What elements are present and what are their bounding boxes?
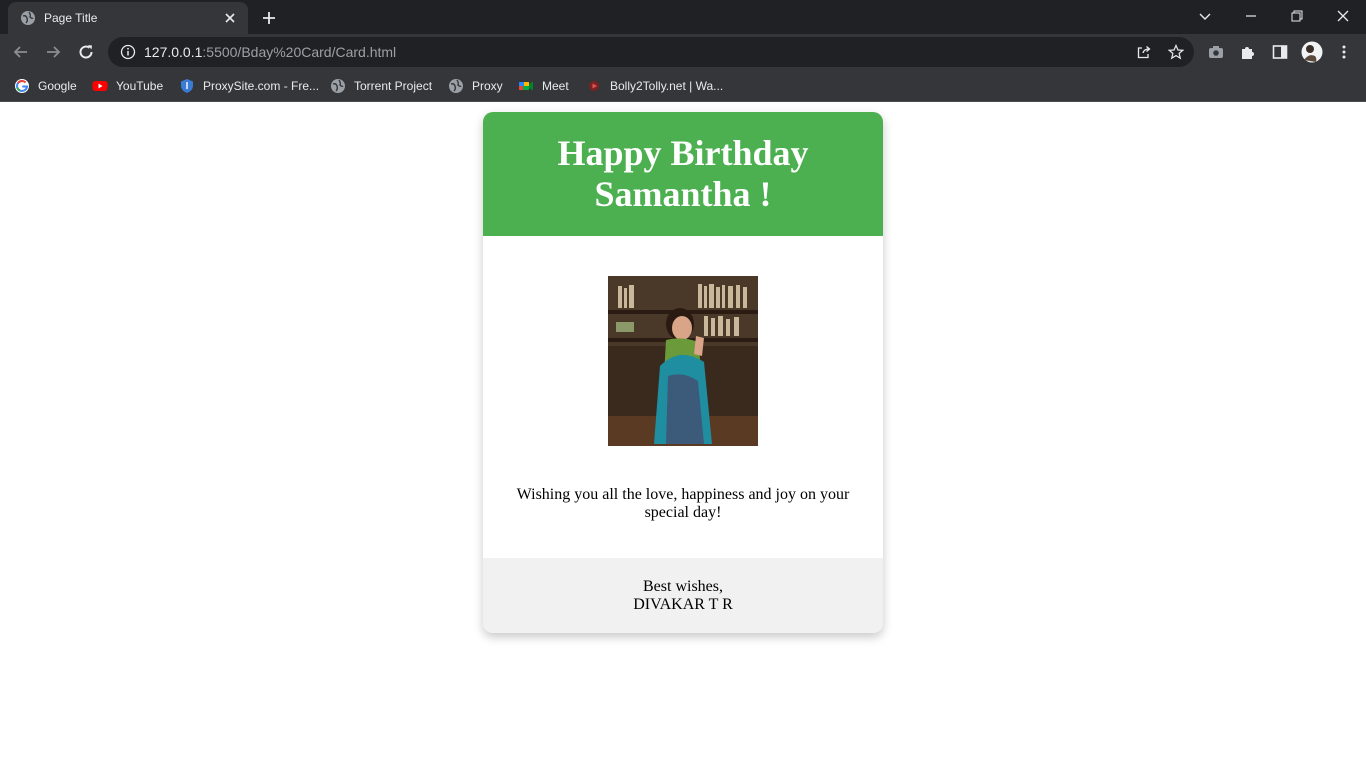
birthday-card: Happy Birthday Samantha ! Wishing you al…: [483, 112, 883, 633]
chevron-down-icon: [1199, 13, 1211, 20]
close-tab-icon[interactable]: [222, 10, 238, 26]
back-button[interactable]: [9, 40, 33, 64]
reload-button[interactable]: [74, 40, 98, 64]
avatar-icon: [1301, 41, 1323, 63]
globe-icon: [20, 10, 36, 26]
meet-icon: [518, 78, 534, 94]
close-icon: [1337, 10, 1349, 22]
profile-avatar[interactable]: [1300, 40, 1324, 64]
url-host: 127.0.0.1: [144, 44, 203, 60]
bookmarks-bar: Google YouTube ProxySite.com - Fre... To…: [0, 70, 1366, 102]
info-icon[interactable]: [120, 44, 136, 60]
browser-tab[interactable]: Page Title: [8, 2, 248, 34]
tab-search-button[interactable]: [1182, 0, 1228, 32]
menu-button[interactable]: [1332, 40, 1356, 64]
bookmark-label: Google: [38, 79, 77, 93]
extensions-button[interactable]: [1236, 40, 1260, 64]
card-footer: Best wishes, DIVAKAR T R: [483, 558, 883, 633]
plus-icon: [263, 12, 275, 24]
bookmark-label: YouTube: [116, 79, 164, 93]
bookmark-meet[interactable]: Meet: [518, 75, 569, 97]
bookmark-label: Torrent Project: [354, 79, 433, 93]
arrow-right-icon: [47, 46, 61, 58]
new-tab-button[interactable]: [258, 7, 280, 29]
side-panel-button[interactable]: [1268, 40, 1292, 64]
side-panel-icon: [1272, 45, 1288, 59]
page-viewport: Happy Birthday Samantha ! Wishing you al…: [0, 103, 1366, 768]
bookmark-bolly2tolly[interactable]: Bolly2Tolly.net | Wa...: [586, 75, 723, 97]
share-icon[interactable]: [1132, 40, 1156, 64]
bookmark-label: Bolly2Tolly.net | Wa...: [610, 79, 724, 93]
bookmark-star-icon[interactable]: [1164, 40, 1188, 64]
arrow-left-icon: [13, 46, 27, 58]
camera-icon: [1209, 46, 1223, 58]
camera-extension-button[interactable]: [1204, 40, 1228, 64]
card-title: Happy Birthday Samantha !: [557, 133, 809, 214]
kebab-menu-icon: [1342, 45, 1346, 59]
restore-button[interactable]: [1274, 0, 1320, 32]
google-icon: [14, 78, 30, 94]
card-body: Wishing you all the love, happiness and …: [483, 236, 883, 558]
tab-strip: Page Title: [0, 0, 1366, 34]
minimize-button[interactable]: [1228, 0, 1274, 32]
restore-icon: [1291, 10, 1303, 22]
globe-icon: [330, 78, 346, 94]
card-header: Happy Birthday Samantha !: [483, 112, 883, 236]
site-icon: [586, 78, 602, 94]
minimize-icon: [1246, 15, 1256, 17]
bookmark-label: Proxy: [472, 79, 503, 93]
footer-signature: DIVAKAR T R: [633, 596, 733, 613]
footer-closing: Best wishes,: [643, 578, 723, 595]
forward-button[interactable]: [41, 40, 65, 64]
url-path: :5500/Bday%20Card/Card.html: [202, 44, 397, 60]
url-text[interactable]: 127.0.0.1:5500/Bday%20Card/Card.html: [144, 44, 396, 60]
close-window-button[interactable]: [1320, 0, 1366, 32]
tab-title: Page Title: [44, 11, 98, 25]
reload-icon: [79, 45, 93, 59]
bookmark-torrent-project[interactable]: Torrent Project: [330, 75, 432, 97]
shield-icon: [179, 78, 195, 94]
address-bar[interactable]: 127.0.0.1:5500/Bday%20Card/Card.html: [108, 37, 1194, 67]
bookmark-label: ProxySite.com - Fre...: [203, 79, 320, 93]
bookmark-google[interactable]: Google: [14, 75, 77, 97]
bookmark-proxysite[interactable]: ProxySite.com - Fre...: [179, 75, 319, 97]
bookmark-proxy[interactable]: Proxy: [448, 75, 503, 97]
globe-icon: [448, 78, 464, 94]
bookmark-youtube[interactable]: YouTube: [92, 75, 163, 97]
birthday-message: Wishing you all the love, happiness and …: [516, 486, 850, 521]
browser-toolbar: 127.0.0.1:5500/Bday%20Card/Card.html: [0, 34, 1366, 70]
birthday-photo: [608, 276, 758, 446]
puzzle-icon: [1242, 47, 1254, 59]
youtube-icon: [92, 78, 108, 94]
bookmark-label: Meet: [542, 79, 569, 93]
